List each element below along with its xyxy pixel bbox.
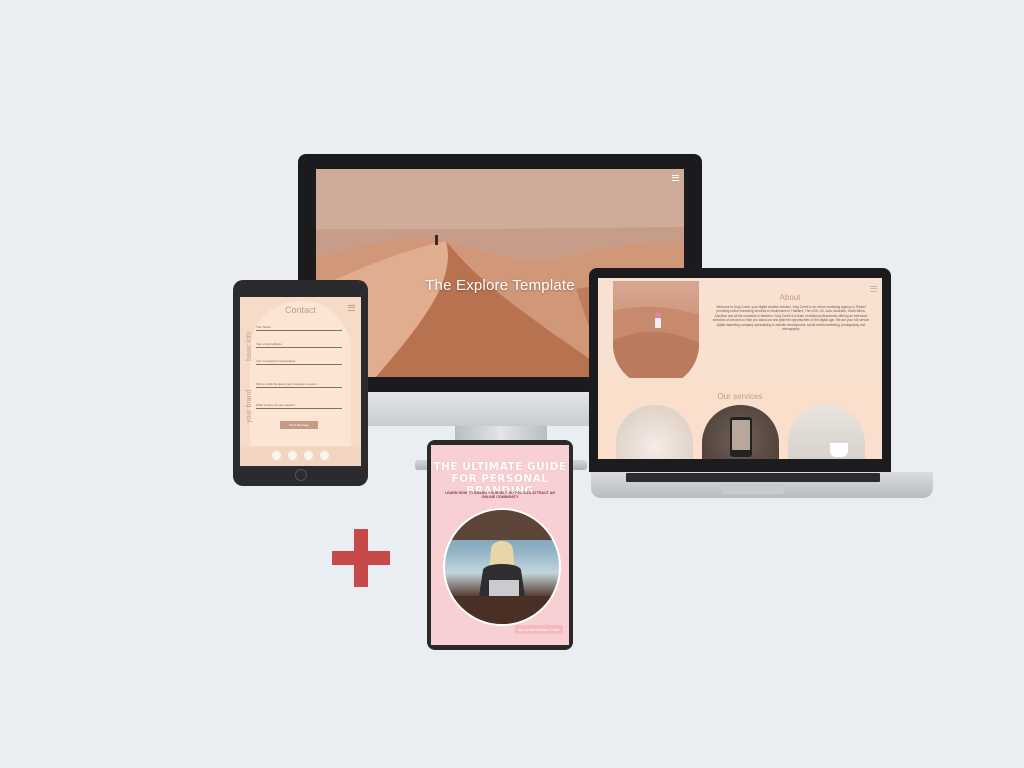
tablet-screen: Contact basic info your brand Your Name … (240, 297, 361, 466)
email-field[interactable]: Your email Address (256, 342, 342, 348)
service-select[interactable]: What service do you require? (256, 403, 342, 409)
social-links (240, 447, 361, 466)
business-field[interactable]: Tell us a little bit about your business… (256, 382, 342, 388)
facebook-icon[interactable] (272, 451, 281, 460)
contact-heading: Contact (284, 305, 317, 315)
send-message-button[interactable]: Send Message (280, 421, 318, 429)
hamburger-menu-icon[interactable] (672, 173, 679, 182)
tablet-home-button[interactable] (295, 469, 307, 481)
side-label-basic-info: basic info (246, 331, 253, 361)
laptop-menu-icon[interactable] (870, 284, 877, 293)
ebook-screen: THE ULTIMATE GUIDE FOR PERSONAL BRANDING… (431, 445, 569, 645)
woman-with-laptop-image (445, 510, 559, 624)
youtube-icon[interactable] (320, 451, 329, 460)
laptop-trackpad (722, 484, 784, 494)
instagram-icon[interactable] (288, 451, 297, 460)
name-field[interactable]: Your Name (256, 325, 342, 331)
ebook-subtitle: LEARN HOW TO BRAND YOURSELF SO YOU CAN A… (445, 491, 555, 499)
about-text: Welcome to King Creek, your digital crea… (712, 305, 870, 332)
ebook-author-tag: By Linda and the Crew (514, 625, 563, 634)
twitter-icon[interactable] (304, 451, 313, 460)
ebook-title-line1: THE ULTIMATE GUIDE (433, 461, 567, 473)
ebook-cover-photo (443, 508, 561, 626)
services-title: Our services (717, 392, 763, 401)
laptop-screen: About Welcome to King Creek, your digita… (598, 278, 882, 459)
company-field[interactable]: Your Company's Guest Name (256, 359, 342, 365)
side-label-your-brand: your brand (246, 389, 253, 423)
about-title: About (779, 293, 801, 302)
woman-in-desert-image (613, 306, 699, 387)
about-arch-image (613, 281, 699, 387)
laptop-keyboard (626, 473, 880, 482)
plus-icon (332, 529, 390, 587)
